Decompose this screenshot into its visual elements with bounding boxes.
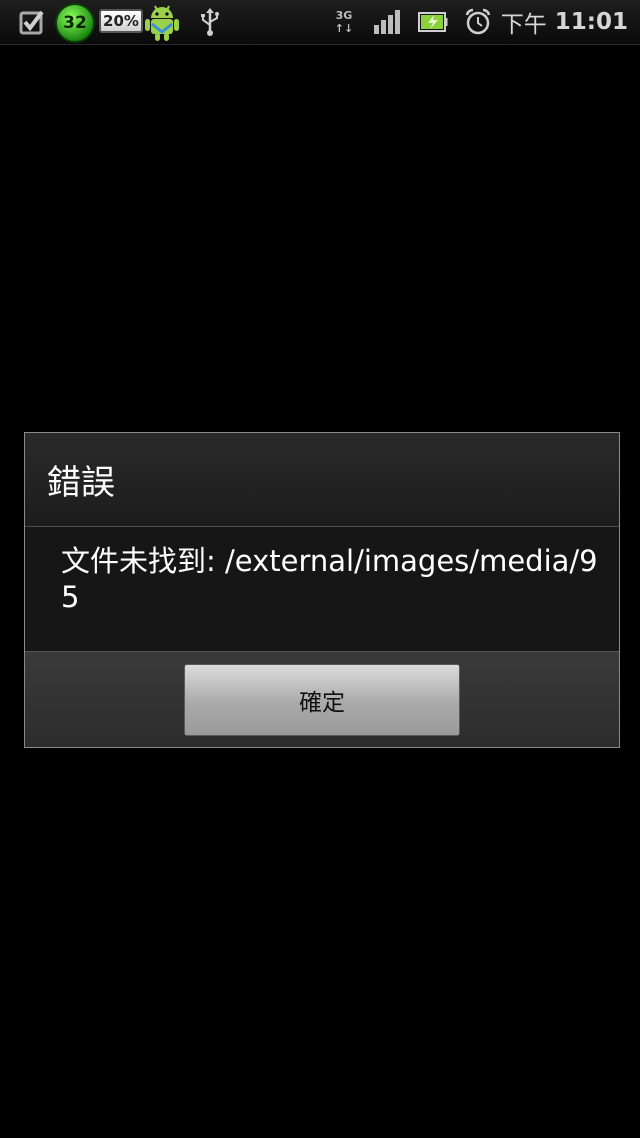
badge-value: 32 [63,13,87,33]
dialog-message: 文件未找到: /external/images/media/95 [61,544,598,614]
clock-time: 11:01 [554,9,628,35]
ok-button[interactable]: 確定 [184,664,460,736]
dialog-title-bar: 錯誤 [25,433,619,527]
clock-ampm: 下午 [500,12,547,38]
usb-icon [198,7,222,37]
signal-strength-icon [373,9,403,35]
status-clock: 下午 11:01 [501,0,628,44]
network-arrows: ↑↓ [334,22,354,35]
battery-percent-icon: 20% [99,9,143,33]
error-dialog: 錯誤 文件未找到: /external/images/media/95 確定 [24,432,620,748]
dialog-message-area: 文件未找到: /external/images/media/95 [25,527,619,651]
temperature-badge-icon: 32 [55,3,95,43]
battery-icon [418,10,448,34]
dialog-button-bar: 確定 [25,651,619,747]
dialog-title: 錯誤 [47,463,115,503]
network-type: 3G [335,9,353,22]
checkbox-icon [19,9,45,35]
android-icon [143,2,181,42]
battery-widget-text: 20% [103,12,139,30]
screen: 32 20% 3G ↑↓ 下午 11:01 錯誤 文件未找到: /externa… [0,0,640,1138]
alarm-clock-icon [464,8,492,36]
status-bar: 32 20% 3G ↑↓ 下午 11:01 [0,0,640,45]
3g-data-icon: 3G ↑↓ [333,6,355,38]
